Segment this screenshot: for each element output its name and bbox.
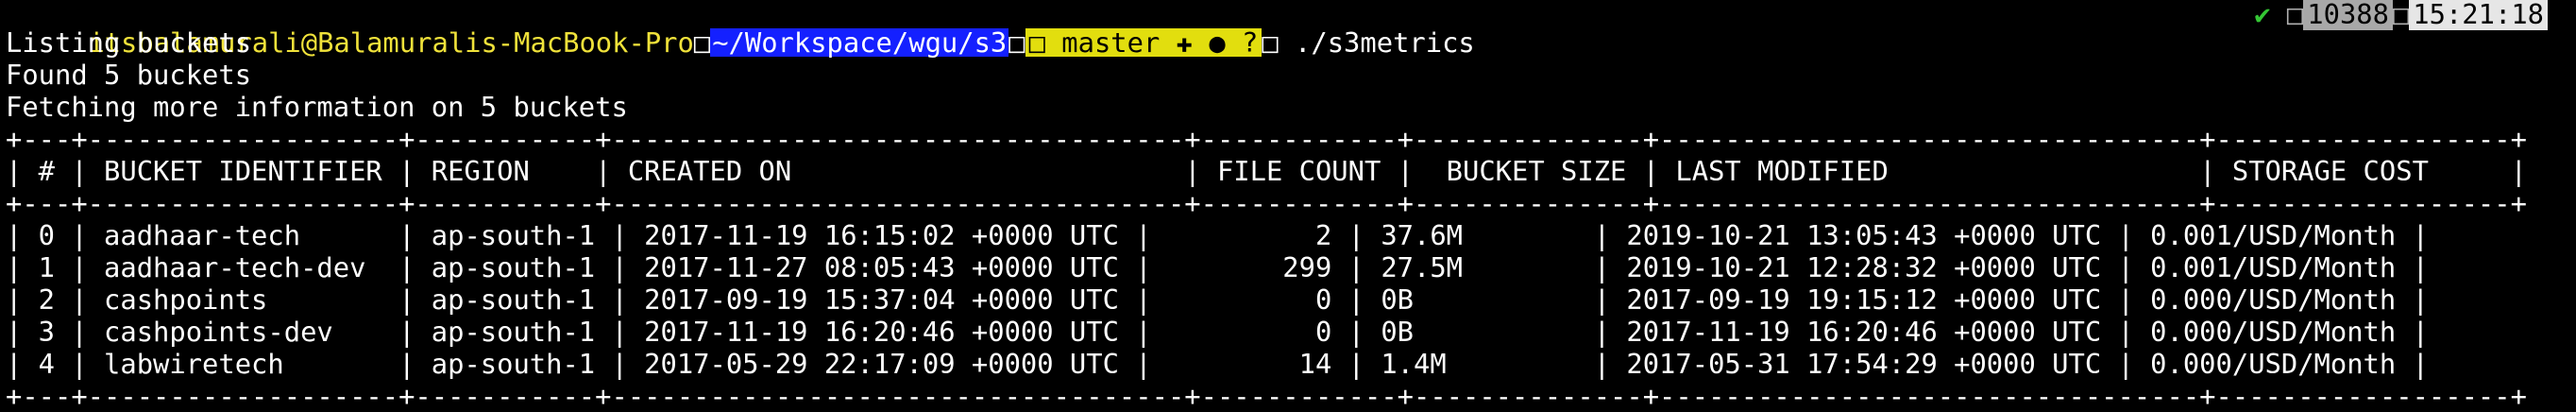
typed-command: ./s3metrics — [1295, 26, 1475, 59]
output-line-listing: Listing buckets — [6, 26, 252, 59]
output-line-found: Found 5 buckets — [6, 59, 252, 91]
git-branch-icon: □ — [1028, 26, 1045, 59]
table-border-header: +---+-------------------+-----------+---… — [6, 187, 2527, 219]
table-border-top: +---+-------------------+-----------+---… — [6, 123, 2527, 155]
prompt-end-separator-icon: □ — [1262, 26, 1279, 59]
terminal-window[interactable]: itsbalamurali@Balamuralis-MacBook-Pro□~/… — [0, 0, 2576, 412]
table-row: | 0 | aadhaar-tech | ap-south-1 | 2017-1… — [6, 219, 2429, 251]
history-count: 10388 — [2303, 0, 2393, 30]
table-header-row: | # | BUCKET IDENTIFIER | REGION | CREAT… — [6, 155, 2527, 187]
git-status-flags: ✚ ● ? — [1176, 26, 1259, 59]
git-branch-name: master — [1061, 26, 1161, 59]
right-prompt-status: ✔ □ 10388 □ 15:21:18 — [2254, 0, 2548, 30]
table-border-bottom: +---+-------------------+-----------+---… — [6, 380, 2527, 412]
status-separator-icon: □ — [2286, 0, 2304, 30]
table-row: | 1 | aadhaar-tech-dev | ap-south-1 | 20… — [6, 251, 2429, 283]
table-row: | 2 | cashpoints | ap-south-1 | 2017-09-… — [6, 283, 2429, 316]
success-check-icon: ✔ — [2254, 0, 2271, 30]
clock: 15:21:18 — [2409, 0, 2548, 30]
prompt-separator-icon: □ — [693, 26, 711, 59]
prompt-directory: ~/Workspace/wgu/s3 — [710, 26, 1009, 59]
prompt-git-separator-icon: □ — [1008, 26, 1025, 59]
output-line-fetching: Fetching more information on 5 buckets — [6, 91, 628, 123]
shell-prompt: itsbalamurali@Balamuralis-MacBook-Pro□~/… — [0, 0, 2576, 57]
status-separator-icon-2: □ — [2392, 0, 2410, 30]
table-row: | 3 | cashpoints-dev | ap-south-1 | 2017… — [6, 316, 2429, 348]
table-row: | 4 | labwiretech | ap-south-1 | 2017-05… — [6, 348, 2429, 380]
prompt-git-segment: □ master ✚ ● ? — [1025, 28, 1263, 57]
